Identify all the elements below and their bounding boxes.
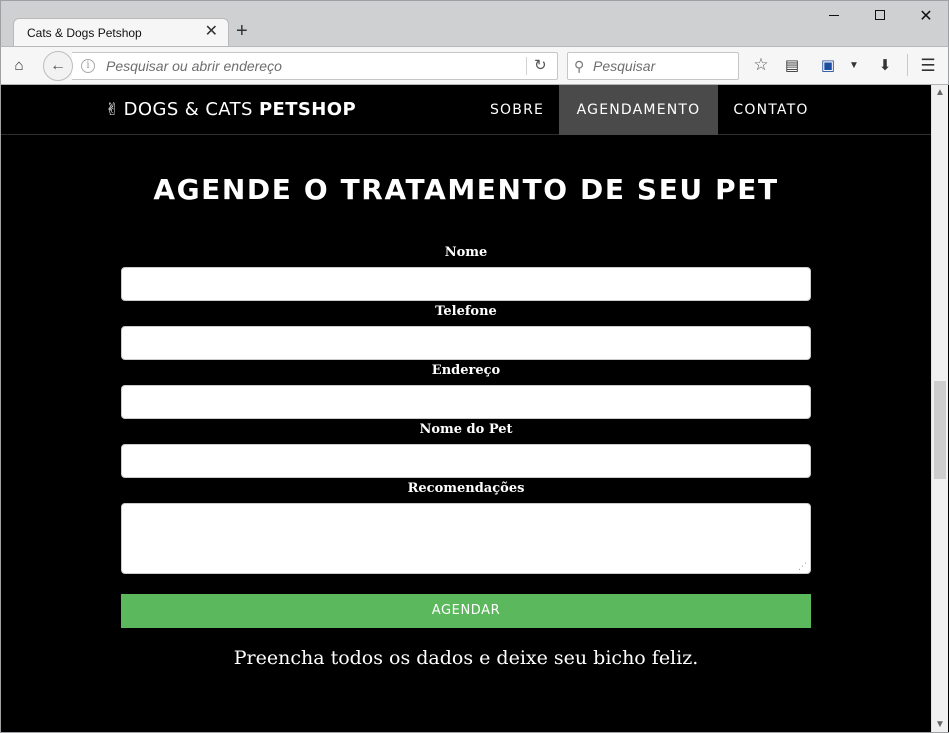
home-icon[interactable]: ⌂: [10, 56, 28, 76]
nome-do-pet-label: Nome do Pet: [419, 422, 513, 437]
scroll-up-icon[interactable]: ▲: [935, 87, 945, 98]
nome-field[interactable]: [121, 267, 811, 301]
dropdown-arrow-icon[interactable]: ▼: [847, 56, 861, 76]
nome-label: Nome: [444, 245, 488, 260]
toolbar-separator: [907, 54, 908, 76]
recomendacoes-label: Recomendações: [407, 481, 525, 496]
endereco-field[interactable]: [121, 385, 811, 419]
peace-hand-icon: ✌: [105, 100, 120, 120]
reload-icon[interactable]: ↻: [534, 55, 547, 77]
back-icon[interactable]: ←: [43, 51, 73, 81]
bookmark-star-icon[interactable]: ☆: [751, 55, 771, 75]
download-icon[interactable]: ⬇: [875, 56, 895, 76]
form-tagline: Preencha todos os dados e deixe seu bich…: [233, 647, 699, 669]
tab-close-icon[interactable]: ✕: [205, 23, 218, 41]
recomendacoes-textarea[interactable]: [121, 503, 811, 574]
agendar-button[interactable]: AGENDAR: [121, 594, 811, 628]
brand-text: DOGS & CATS: [123, 99, 259, 120]
url-separator: [526, 57, 527, 75]
search-icon: ⚲: [574, 58, 585, 74]
hamburger-menu-icon[interactable]: ☰: [918, 56, 938, 76]
nome-do-pet-field[interactable]: [121, 444, 811, 478]
url-input[interactable]: [106, 54, 516, 78]
browser-toolbar: ⌂ i ↻ ← ⚲ ☆ ▤ ▣ ▼ ⬇ ☰: [0, 46, 949, 85]
new-tab-icon[interactable]: +: [236, 20, 248, 42]
info-icon[interactable]: i: [81, 59, 95, 73]
browser-tab[interactable]: Cats & Dogs Petshop ✕: [13, 18, 229, 48]
page-scrollbar[interactable]: ▲ ▼: [931, 85, 948, 732]
scroll-down-icon[interactable]: ▼: [935, 719, 945, 730]
page-viewport: ✌ DOGS & CATS PETSHOP SOBRE AGENDAMENTO C…: [1, 85, 931, 732]
page-title: AGENDE O TRATAMENTO DE SEU PET: [153, 173, 779, 206]
window-titlebar: Cats & Dogs Petshop ✕ + ✕: [0, 0, 949, 48]
maximize-button[interactable]: [860, 5, 900, 29]
site-brand[interactable]: ✌ DOGS & CATS PETSHOP: [105, 99, 356, 120]
reading-list-icon[interactable]: ▤: [782, 56, 802, 76]
resize-grip-icon[interactable]: ⋰: [798, 561, 807, 571]
search-input[interactable]: [593, 54, 733, 78]
nav-link-contato[interactable]: CONTATO: [718, 85, 824, 135]
save-icon[interactable]: ▣: [818, 56, 838, 76]
telefone-field[interactable]: [121, 326, 811, 360]
search-bar[interactable]: ⚲: [567, 52, 739, 80]
telefone-label: Telefone: [435, 304, 497, 319]
url-bar[interactable]: i ↻: [72, 52, 558, 80]
nav-link-sobre[interactable]: SOBRE: [474, 85, 560, 135]
nav-link-agendamento[interactable]: AGENDAMENTO: [559, 85, 718, 135]
minimize-button[interactable]: [814, 5, 854, 29]
tab-title: Cats & Dogs Petshop: [27, 26, 142, 40]
scrollbar-thumb[interactable]: [934, 381, 946, 479]
close-window-button[interactable]: ✕: [906, 5, 946, 29]
window-border: [0, 85, 1, 733]
brand-text-bold: PETSHOP: [258, 99, 357, 120]
site-navbar: ✌ DOGS & CATS PETSHOP SOBRE AGENDAMENTO C…: [1, 85, 931, 135]
endereco-label: Endereço: [431, 363, 501, 378]
